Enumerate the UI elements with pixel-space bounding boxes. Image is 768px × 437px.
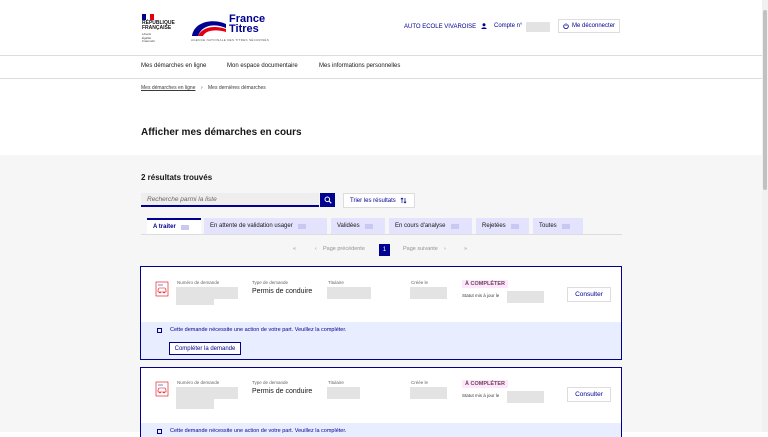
brand-name[interactable]: France Titres bbox=[229, 14, 265, 35]
action-required-panel: Cette demande nécessite une action de vo… bbox=[141, 322, 621, 359]
tab-en-attente[interactable]: En attente de validation usager bbox=[204, 218, 327, 234]
holder-redacted bbox=[327, 387, 360, 399]
holder-label: Titulaire bbox=[328, 380, 344, 385]
status-date-redacted bbox=[507, 391, 544, 403]
account-number-link[interactable]: Compte n° bbox=[494, 23, 522, 29]
action-required-text: Cette demande nécessite une action de vo… bbox=[170, 428, 347, 434]
tab-rejetees[interactable]: Rejetées bbox=[476, 218, 529, 234]
current-page[interactable]: 1 bbox=[379, 244, 390, 256]
main-nav: Mes démarches en ligne Mon espace docume… bbox=[0, 56, 768, 79]
request-number-redacted bbox=[176, 399, 214, 409]
brand-subtitle: AGENCE NATIONALE DES TITRES SÉCURISÉS bbox=[191, 38, 270, 42]
status-date-redacted bbox=[507, 291, 544, 303]
request-type-value: Permis de conduire bbox=[252, 288, 313, 295]
created-label: Créée le bbox=[411, 280, 429, 285]
sort-button[interactable]: Trier les résultats bbox=[343, 193, 415, 208]
tab-toutes[interactable]: Toutes bbox=[533, 218, 583, 234]
request-number-redacted bbox=[176, 299, 214, 305]
republique-francaise-label: RÉPUBLIQUE FRANÇAISE bbox=[142, 20, 175, 31]
last-page-link[interactable]: » bbox=[464, 246, 467, 252]
page-title: Afficher mes démarches en cours bbox=[141, 127, 302, 138]
status-badge: À COMPLÉTER bbox=[462, 380, 509, 388]
holder-redacted bbox=[327, 287, 371, 299]
request-number-label: Numéro de demande bbox=[177, 380, 220, 385]
nav-item-informations[interactable]: Mes informations personnelles bbox=[319, 63, 400, 69]
consult-button[interactable]: Consulter bbox=[567, 387, 611, 402]
next-page-link[interactable]: Page suivante bbox=[403, 246, 438, 252]
request-number-redacted bbox=[176, 287, 238, 299]
demarche-card: Numéro de demande Type de demande Permis… bbox=[140, 266, 622, 360]
request-type-value: Permis de conduire bbox=[252, 388, 313, 395]
complete-request-button[interactable]: Compléter la demande bbox=[169, 342, 241, 355]
tab-a-traiter[interactable]: A traiter bbox=[147, 218, 201, 234]
tab-count-badge bbox=[364, 223, 373, 229]
request-type-label: Type de demande bbox=[252, 280, 289, 285]
sort-arrows-icon bbox=[400, 197, 407, 204]
consult-button[interactable]: Consulter bbox=[567, 287, 611, 302]
next-arrow[interactable]: › bbox=[444, 246, 446, 252]
user-account-link[interactable]: AUTO ECOLE VIVAROISE bbox=[404, 23, 487, 30]
search-icon bbox=[324, 196, 332, 204]
motto: Liberté Égalité Fraternité bbox=[142, 32, 155, 43]
breadcrumb-separator: › bbox=[201, 85, 203, 91]
created-date-redacted bbox=[410, 387, 447, 399]
request-number-redacted bbox=[176, 387, 238, 399]
nav-item-espace-documentaire[interactable]: Mon espace documentaire bbox=[227, 63, 298, 69]
tab-count-badge bbox=[561, 223, 570, 229]
user-icon bbox=[481, 23, 487, 29]
tab-validees[interactable]: Validées bbox=[331, 218, 385, 234]
tab-en-cours-analyse[interactable]: En cours d'analyse bbox=[389, 218, 472, 234]
prev-arrow[interactable]: ‹ bbox=[315, 246, 317, 252]
search-button[interactable] bbox=[320, 193, 335, 207]
request-number-label: Numéro de demande bbox=[177, 280, 220, 285]
tab-count-badge bbox=[510, 223, 519, 229]
action-required-text: Cette demande nécessite une action de vo… bbox=[170, 327, 347, 333]
logout-button[interactable]: Me déconnecter bbox=[558, 19, 620, 33]
tab-count-badge bbox=[297, 223, 306, 229]
action-required-panel: Cette demande nécessite une action de vo… bbox=[141, 423, 621, 437]
breadcrumb-current: Mes dernières démarches bbox=[208, 85, 266, 91]
created-date-redacted bbox=[410, 287, 447, 299]
power-icon bbox=[563, 23, 569, 29]
status-updated-label: Statut mis à jour le bbox=[462, 393, 500, 398]
request-type-label: Type de demande bbox=[252, 380, 289, 385]
car-document-icon bbox=[155, 381, 169, 397]
status-badge: À COMPLÉTER bbox=[462, 280, 509, 288]
site-header: RÉPUBLIQUE FRANÇAISE Liberté Égalité Frater… bbox=[0, 0, 768, 56]
france-titres-logo-icon[interactable] bbox=[190, 16, 228, 38]
results-count: 2 résultats trouvés bbox=[141, 173, 213, 182]
user-name: AUTO ECOLE VIVAROISE bbox=[404, 24, 477, 30]
prev-page-link[interactable]: Page précédente bbox=[323, 246, 365, 252]
breadcrumb-home[interactable]: Mes démarches en ligne bbox=[141, 85, 195, 91]
search-input[interactable]: Recherche parmi la liste bbox=[141, 193, 319, 207]
demarche-card: Numéro de demande Type de demande Permis… bbox=[140, 367, 622, 437]
tab-count-badge bbox=[450, 223, 459, 229]
info-icon bbox=[157, 328, 162, 333]
created-label: Créée le bbox=[411, 380, 429, 385]
account-number-redacted bbox=[526, 22, 550, 32]
tabs-underline bbox=[141, 234, 622, 235]
scrollbar-thumb[interactable] bbox=[763, 10, 767, 190]
status-updated-label: Statut mis à jour le bbox=[462, 293, 500, 298]
tab-count-badge bbox=[180, 224, 189, 230]
first-page-link[interactable]: « bbox=[293, 246, 296, 252]
nav-item-demarches[interactable]: Mes démarches en ligne bbox=[141, 63, 206, 69]
car-document-icon bbox=[155, 281, 169, 297]
holder-label: Titulaire bbox=[328, 280, 344, 285]
